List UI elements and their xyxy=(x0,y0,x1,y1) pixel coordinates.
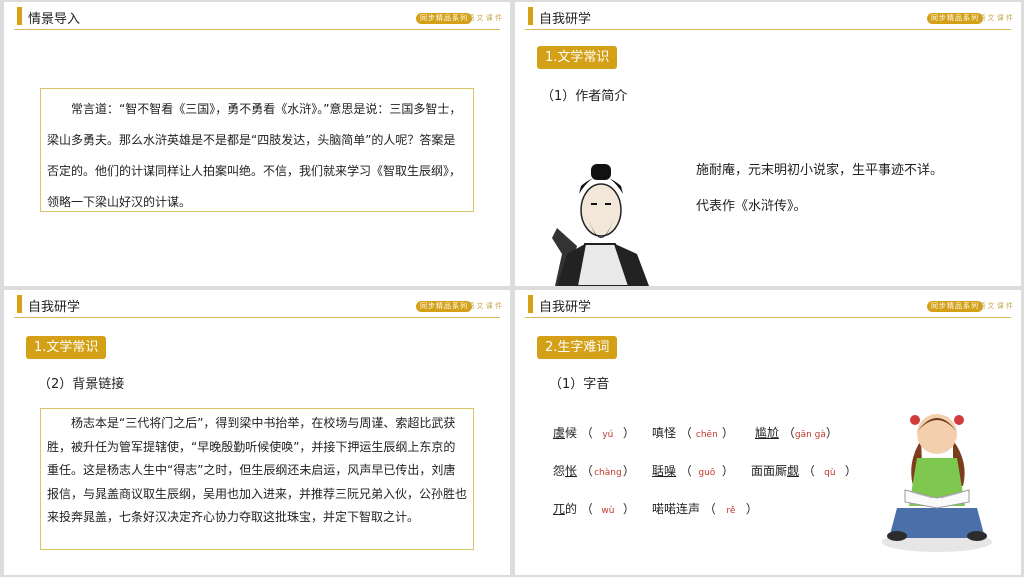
header-accent-bar xyxy=(17,295,22,313)
vocab-item: 兀的 （wù） xyxy=(553,502,635,516)
pinyin: chēn xyxy=(695,430,718,440)
pinyin: yú xyxy=(602,430,614,440)
slide-title: 自我研学 xyxy=(28,300,81,315)
vocab-word: 面面厮 xyxy=(751,464,788,478)
slide-background: 自我研学 同步精品系列 语 文 课 件 1.文学常识 （2）背景链接 杨志本是“… xyxy=(4,290,510,575)
vocab-item: 聒噪 （guō） xyxy=(652,464,734,478)
header-divider xyxy=(525,29,1011,30)
pinyin: chàng xyxy=(594,468,622,478)
brand-sub: 语 文 课 件 xyxy=(978,14,1013,22)
brand-sub: 语 文 课 件 xyxy=(467,302,502,310)
header-divider xyxy=(14,29,500,30)
background-paragraph: 杨志本是“三代将门之后”，得到梁中书抬举，在校场与周谨、索超比武获胜，被升任为管… xyxy=(47,416,468,524)
vocab-word: 喏喏连声 xyxy=(652,502,701,516)
section-subtitle: （2）背景链接 xyxy=(38,377,125,392)
vocab-word-rest: 候 xyxy=(565,426,578,440)
vocab-item: 怨怅 （chàng） xyxy=(553,464,635,478)
header-accent-bar xyxy=(528,295,533,313)
slide-header: 自我研学 同步精品系列 语 文 课 件 xyxy=(4,290,510,320)
pinyin: wù xyxy=(601,506,615,516)
vocab-word: 聒噪 xyxy=(652,464,677,478)
intro-text-box: 常言道：“智不智看《三国》，勇不勇看《水浒》。”意思是说：三国多智士，梁山多勇夫… xyxy=(40,88,474,212)
author-portrait-image xyxy=(552,164,649,286)
section-tag: 1.文学常识 xyxy=(537,46,618,69)
section-tag: 1.文学常识 xyxy=(26,336,107,359)
vocab-word: 尴尬 xyxy=(755,426,780,440)
vocab-item: 嗔怪 （chēn） xyxy=(652,426,734,440)
slide-title: 自我研学 xyxy=(539,300,592,315)
header-divider xyxy=(14,317,500,318)
vocab-item: 喏喏连声 （rě） xyxy=(652,502,758,516)
slide-title: 情景导入 xyxy=(28,12,81,27)
pinyin: rě xyxy=(726,506,736,516)
author-line-1: 施耐庵，元末明初小说家，生平事迹不详。 xyxy=(696,163,944,178)
section-tag: 2.生字难词 xyxy=(537,336,618,359)
brand-sub: 语 文 课 件 xyxy=(978,302,1013,310)
vocab-item: 尴尬 （gān gà） xyxy=(755,426,838,440)
brand-badge: 同步精品系列 xyxy=(927,13,983,24)
intro-paragraph: 常言道：“智不智看《三国》，勇不勇看《水浒》。”意思是说：三国多智士，梁山多勇夫… xyxy=(47,102,462,209)
brand-sub: 语 文 课 件 xyxy=(467,14,502,22)
pinyin: gān gà xyxy=(794,430,826,440)
brand-badge: 同步精品系列 xyxy=(927,301,983,312)
vocab-word-rest: 的 xyxy=(565,502,578,516)
section-subtitle: （1）字音 xyxy=(549,377,610,392)
vocab-item: 虞候 （yú） xyxy=(553,426,635,440)
header-accent-bar xyxy=(528,7,533,25)
slide-scene-intro: 情景导入 同步精品系列 语 文 课 件 常言道：“智不智看《三国》，勇不勇看《水… xyxy=(4,2,510,286)
background-text-box: 杨志本是“三代将门之后”，得到梁中书抬举，在校场与周谨、索超比武获胜，被升任为管… xyxy=(40,408,474,550)
vocab-word: 虞 xyxy=(553,426,566,440)
slide-author: 自我研学 同步精品系列 语 文 课 件 1.文学常识 （1）作者简介 施耐庵，元… xyxy=(515,2,1021,286)
author-line-2: 代表作《水浒传》。 xyxy=(696,199,807,214)
slide-title: 自我研学 xyxy=(539,12,592,27)
vocab-word: 怨 xyxy=(553,464,566,478)
slide-header: 情景导入 同步精品系列 语 文 课 件 xyxy=(4,2,510,32)
section-subtitle: （1）作者简介 xyxy=(541,89,628,104)
vocab-word-rest: 觑 xyxy=(787,464,800,478)
vocab-item: 面面厮觑 （qù） xyxy=(751,464,857,478)
brand-badge: 同步精品系列 xyxy=(416,13,472,24)
pinyin: qù xyxy=(824,468,836,478)
vocab-word: 嗔怪 xyxy=(652,426,677,440)
header-divider xyxy=(525,317,1011,318)
slide-header: 自我研学 同步精品系列 语 文 课 件 xyxy=(515,290,1021,320)
slide-header: 自我研学 同步精品系列 语 文 课 件 xyxy=(515,2,1021,32)
header-accent-bar xyxy=(17,7,22,25)
reading-girl-image xyxy=(882,414,992,552)
slide-pronunciation: 自我研学 同步精品系列 语 文 课 件 2.生字难词 （1）字音 虞候 （yú）… xyxy=(515,290,1021,575)
vocab-word-rest: 怅 xyxy=(565,464,578,478)
pinyin: guō xyxy=(698,468,716,478)
vocab-word: 兀 xyxy=(553,502,566,516)
brand-badge: 同步精品系列 xyxy=(416,301,472,312)
